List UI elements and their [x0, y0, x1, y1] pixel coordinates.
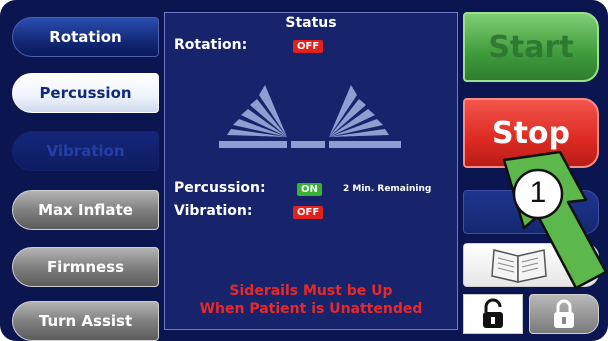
rotation-status-badge: OFF: [293, 40, 324, 53]
firmness-button[interactable]: Firmness: [12, 247, 159, 287]
status-panel: Status Rotation: OFF Percussion: ON 2 Mi…: [164, 12, 458, 330]
unlock-icon: [483, 298, 503, 328]
rotation-button[interactable]: Rotation: [12, 17, 159, 57]
status-title: Status: [285, 15, 337, 31]
max-inflate-button[interactable]: Max Inflate: [12, 190, 159, 230]
lock-icon: [554, 299, 574, 328]
percussion-status-badge: ON: [297, 183, 322, 196]
percussion-status-label: Percussion:: [174, 180, 266, 196]
unlock-button[interactable]: [463, 294, 523, 334]
siderails-warning-line2: When Patient is Unattended: [199, 301, 423, 317]
siderails-warning-line1: Siderails Must be Up: [229, 283, 393, 299]
start-button[interactable]: Start: [463, 12, 599, 82]
percussion-button[interactable]: Percussion: [12, 73, 159, 113]
rotation-status-label: Rotation:: [174, 37, 248, 53]
lock-button[interactable]: [529, 294, 599, 334]
callout-arrow-icon: [502, 150, 608, 290]
turn-assist-button[interactable]: Turn Assist: [12, 301, 159, 341]
percussion-remaining-text: 2 Min. Remaining: [343, 184, 432, 194]
vibration-status-badge: OFF: [293, 206, 324, 219]
vibration-status-label: Vibration:: [174, 203, 253, 219]
bed-rotation-illustration: [219, 85, 401, 148]
vibration-button[interactable]: Vibration: [12, 131, 159, 171]
bed-control-screen: Rotation Percussion Vibration Max Inflat…: [0, 0, 608, 341]
callout-number: 1: [529, 176, 547, 209]
